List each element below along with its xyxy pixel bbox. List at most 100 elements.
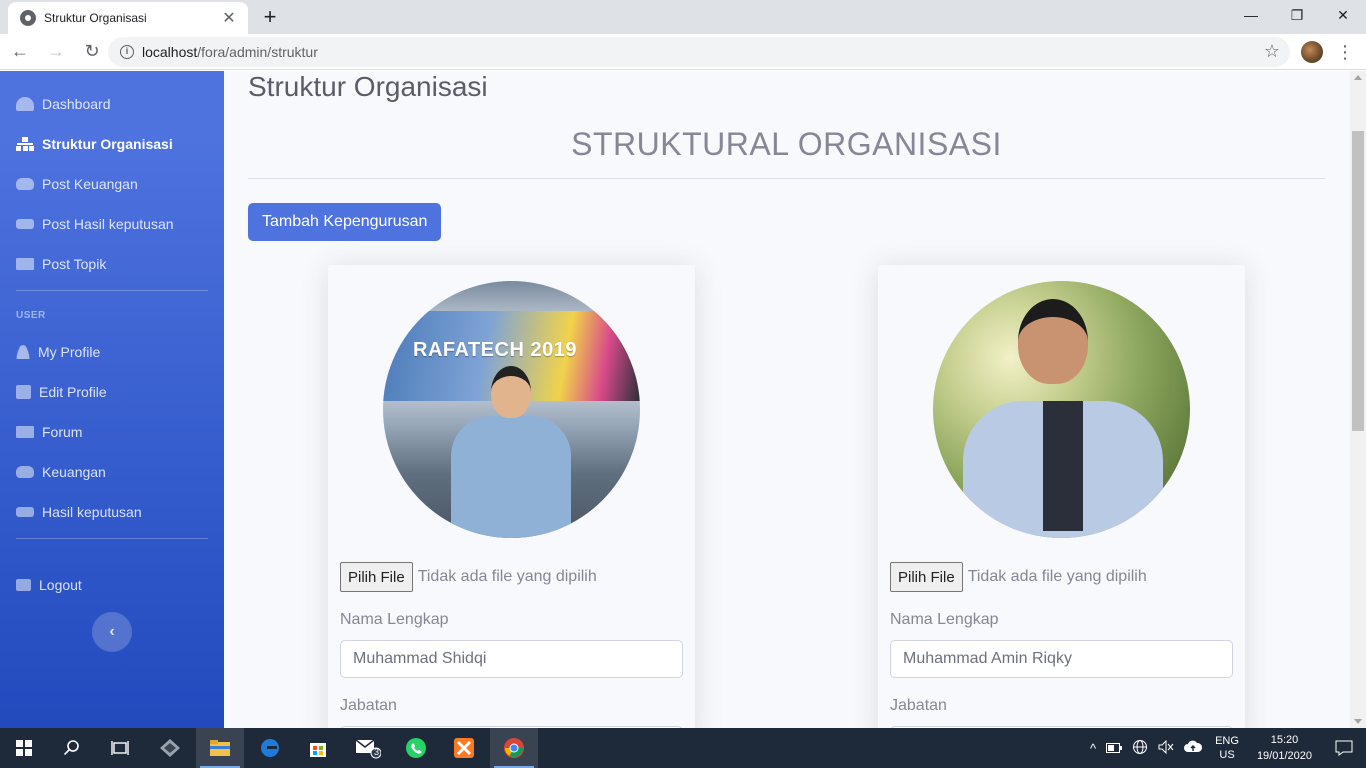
coins-icon (16, 466, 34, 478)
page-scrollbar[interactable] (1350, 71, 1366, 728)
sidebar-item-post-topik[interactable]: Post Topik (16, 252, 106, 276)
sidebar-item-logout[interactable]: Logout (16, 573, 82, 597)
position-label: Jabatan (340, 697, 397, 714)
xampp-icon[interactable] (440, 728, 488, 768)
sidebar-item-forum[interactable]: Forum (16, 420, 82, 444)
edge-browser-icon[interactable] (246, 728, 294, 768)
keyboard-layout: US (1219, 749, 1235, 761)
network-globe-icon[interactable] (1127, 739, 1153, 758)
name-input[interactable]: Muhammad Shidqi (340, 640, 683, 678)
window-controls: — ❐ ✕ (1228, 0, 1366, 34)
sidebar-item-label: Dashboard (42, 96, 111, 112)
scroll-down-arrow-icon[interactable] (1354, 719, 1362, 724)
app-icon[interactable] (146, 728, 194, 768)
address-bar[interactable]: i localhost/fora/admin/struktur ☆ (108, 37, 1290, 67)
cloud-upload-icon[interactable] (1179, 740, 1207, 757)
user-icon (16, 345, 30, 359)
clock-date: 19/01/2020 (1256, 750, 1312, 762)
windows-taskbar: 3 ^ ENG US 15:20 19/01/2020 (0, 728, 1366, 768)
start-button[interactable] (0, 728, 48, 768)
file-upload: Pilih File Tidak ada file yang dipilih (340, 562, 597, 592)
sidebar-item-edit-profile[interactable]: Edit Profile (16, 380, 107, 404)
photo-person-head (1018, 299, 1088, 384)
sidebar-item-label: Post Keuangan (42, 176, 138, 192)
close-window-button[interactable]: ✕ (1320, 0, 1366, 30)
member-photo: RAFATECH 2019 (383, 281, 640, 538)
section-title: STRUKTURAL ORGANISASI (571, 126, 1002, 162)
sidebar-item-post-keuangan[interactable]: Post Keuangan (16, 172, 138, 196)
sidebar-item-my-profile[interactable]: My Profile (16, 340, 100, 364)
mail-badge: 3 (374, 747, 380, 757)
choose-file-button[interactable]: Pilih File (340, 562, 413, 592)
tab-close-icon[interactable]: ✕ (220, 8, 238, 28)
member-card: Pilih File Tidak ada file yang dipilih N… (878, 265, 1245, 728)
file-status-text: Tidak ada file yang dipilih (967, 568, 1147, 585)
sidebar-item-label: Keuangan (42, 464, 106, 480)
add-committee-button[interactable]: Tambah Kepengurusan (248, 203, 442, 241)
photo-banner-text: RAFATECH 2019 (413, 339, 577, 361)
photo-person-shirt (1043, 401, 1083, 531)
sidebar-item-dashboard[interactable]: Dashboard (16, 92, 111, 116)
reload-button[interactable]: ↻ (76, 36, 108, 68)
info-icon[interactable]: i (120, 45, 134, 59)
new-tab-button[interactable]: + (258, 5, 282, 29)
sidebar-item-keuangan[interactable]: Keuangan (16, 460, 106, 484)
sidebar-item-hasil-keputusan[interactable]: Hasil keputusan (16, 500, 142, 524)
forward-button[interactable]: → (40, 36, 72, 68)
scroll-up-arrow-icon[interactable] (1354, 75, 1362, 80)
whatsapp-icon[interactable] (392, 728, 440, 768)
minimize-button[interactable]: — (1228, 0, 1274, 30)
volume-muted-icon[interactable] (1153, 739, 1179, 757)
tachometer-icon (16, 97, 34, 111)
chrome-icon[interactable] (490, 728, 538, 768)
sidebar-toggle-button[interactable]: ‹ (92, 612, 132, 652)
file-upload: Pilih File Tidak ada file yang dipilih (890, 562, 1147, 592)
photo-person-head (491, 366, 531, 418)
sidebar-item-struktur-organisasi[interactable]: Struktur Organisasi (16, 132, 173, 156)
photo-person-body (451, 416, 571, 538)
input-language[interactable]: ENG US (1207, 734, 1247, 762)
battery-icon[interactable] (1101, 741, 1127, 756)
edit-icon (16, 385, 31, 399)
globe-icon (20, 10, 36, 26)
scrollbar-thumb[interactable] (1352, 131, 1364, 431)
coins-icon (16, 178, 34, 190)
main-content: Struktur Organisasi STRUKTURAL ORGANISAS… (224, 71, 1350, 728)
sidebar-item-label: Hasil keputusan (42, 504, 142, 520)
profile-avatar[interactable] (1301, 41, 1323, 63)
clock[interactable]: 15:20 19/01/2020 (1247, 732, 1322, 764)
notification-icon[interactable] (1322, 728, 1366, 768)
url-host: localhost (142, 44, 198, 60)
sidebar-item-label: Forum (42, 424, 83, 440)
member-photo (933, 281, 1190, 538)
file-status-text: Tidak ada file yang dipilih (417, 568, 597, 585)
url-path: /fora/admin/struktur (197, 44, 318, 60)
choose-file-button[interactable]: Pilih File (890, 562, 963, 592)
handshake-icon (16, 507, 34, 517)
member-card: RAFATECH 2019 Pilih File Tidak ada file … (328, 265, 695, 728)
maximize-button[interactable]: ❐ (1274, 0, 1320, 30)
book-icon (16, 426, 34, 438)
sidebar-item-label: Logout (39, 577, 82, 593)
store-icon[interactable] (294, 728, 342, 768)
search-icon[interactable] (48, 728, 96, 768)
chevron-up-icon[interactable]: ^ (1085, 741, 1101, 756)
browser-tab-bar: Struktur Organisasi ✕ + — ❐ ✕ (0, 0, 1366, 34)
handshake-icon (16, 219, 34, 229)
sidebar-divider (16, 290, 208, 291)
name-input[interactable]: Muhammad Amin Riqky (890, 640, 1233, 678)
back-button[interactable]: ← (4, 36, 36, 68)
task-view-icon[interactable] (96, 728, 144, 768)
browser-tab[interactable]: Struktur Organisasi ✕ (8, 2, 248, 34)
bookmark-star-icon[interactable]: ☆ (1264, 41, 1280, 62)
file-explorer-icon[interactable] (196, 728, 244, 768)
sidebar-item-label: My Profile (38, 344, 101, 360)
book-icon (16, 258, 34, 270)
sitemap-icon (16, 137, 34, 151)
language-code: ENG (1215, 735, 1239, 747)
browser-menu-icon[interactable]: ⋮ (1336, 40, 1354, 64)
sidebar-item-label: Post Topik (42, 256, 107, 272)
windows-logo-icon (16, 740, 32, 756)
mail-icon[interactable]: 3 (344, 728, 392, 768)
sidebar-item-post-hasil-keputusan[interactable]: Post Hasil keputusan (16, 212, 174, 236)
